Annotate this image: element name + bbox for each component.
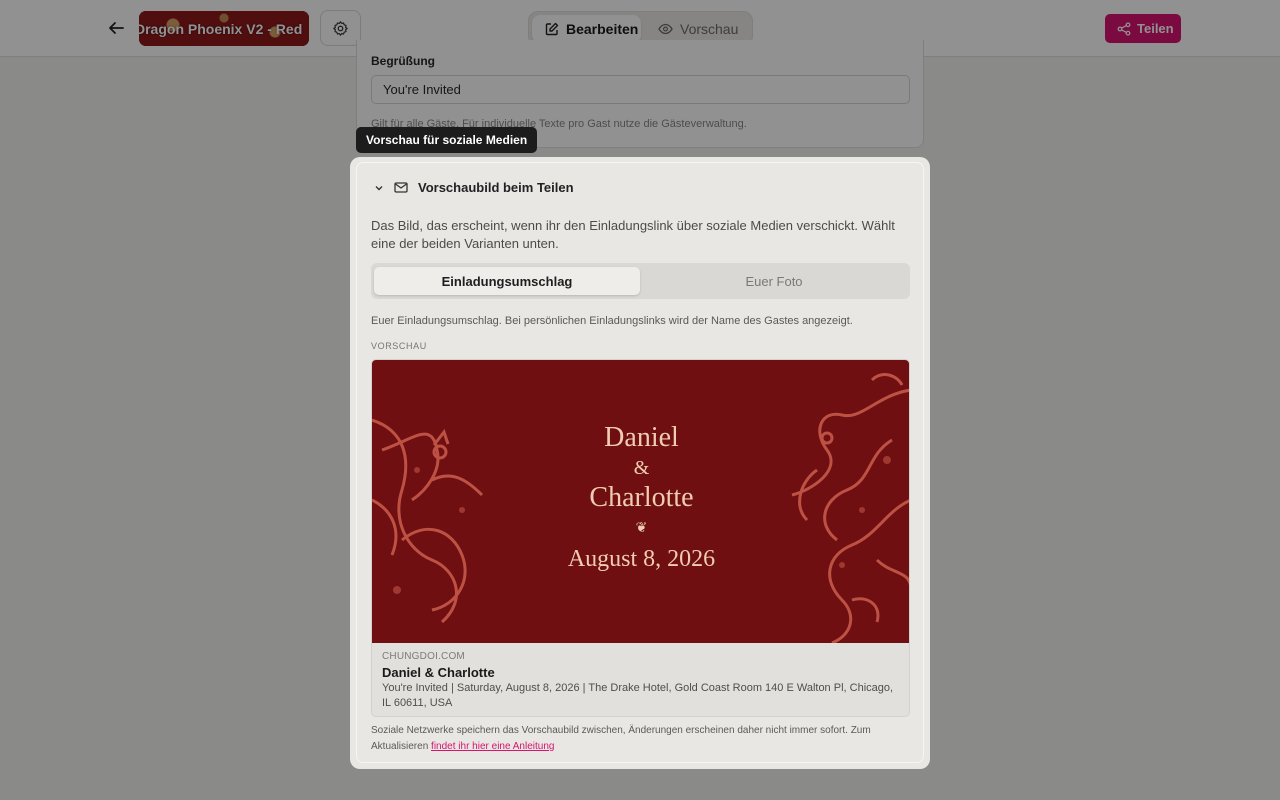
chevron-down-icon: [375, 185, 383, 190]
mail-icon: [394, 182, 408, 193]
link-preview-meta: CHUNGDOI.COM Daniel & Charlotte You're I…: [372, 643, 909, 716]
preview-name-2: Charlotte: [589, 482, 694, 513]
preview-ampersand: &: [633, 457, 650, 479]
preview-name-1: Daniel: [604, 422, 679, 453]
cache-footnote: Soziale Netzwerke speichern das Vorschau…: [371, 723, 911, 755]
social-preview-title: Vorschaubild beim Teilen: [418, 180, 574, 195]
social-preview-toggle[interactable]: Vorschaubild beim Teilen: [374, 180, 574, 195]
tour-tooltip: Vorschau für soziale Medien: [356, 127, 538, 153]
link-description: You're Invited | Saturday, August 8, 202…: [382, 682, 894, 709]
link-domain: CHUNGDOI.COM: [382, 651, 465, 662]
link-preview-card: Daniel & Charlotte ❦ August 8, 2026 CHUN…: [371, 359, 910, 717]
preview-date: August 8, 2026: [567, 546, 716, 572]
guide-link[interactable]: findet ihr hier eine Anleitung: [431, 741, 554, 752]
preview-ornament: ❦: [635, 521, 648, 536]
envelope-preview-image: Daniel & Charlotte ❦ August 8, 2026: [372, 360, 909, 643]
social-preview-panel: Vorschaubild beim Teilen Das Bild, das e…: [356, 162, 924, 763]
highlight-frame: Vorschaubild beim Teilen Das Bild, das e…: [350, 157, 930, 769]
variant-hint: Euer Einladungsumschlag. Bei persönliche…: [371, 315, 853, 327]
preview-variant-switch: Einladungsumschlag Euer Foto: [371, 263, 910, 299]
preview-heading: VORSCHAU: [371, 341, 427, 351]
social-preview-description: Das Bild, das erscheint, wenn ihr den Ei…: [371, 218, 895, 251]
variant-photo-button[interactable]: Euer Foto: [641, 267, 907, 295]
variant-envelope-button[interactable]: Einladungsumschlag: [374, 267, 640, 295]
link-title: Daniel & Charlotte: [382, 665, 495, 680]
